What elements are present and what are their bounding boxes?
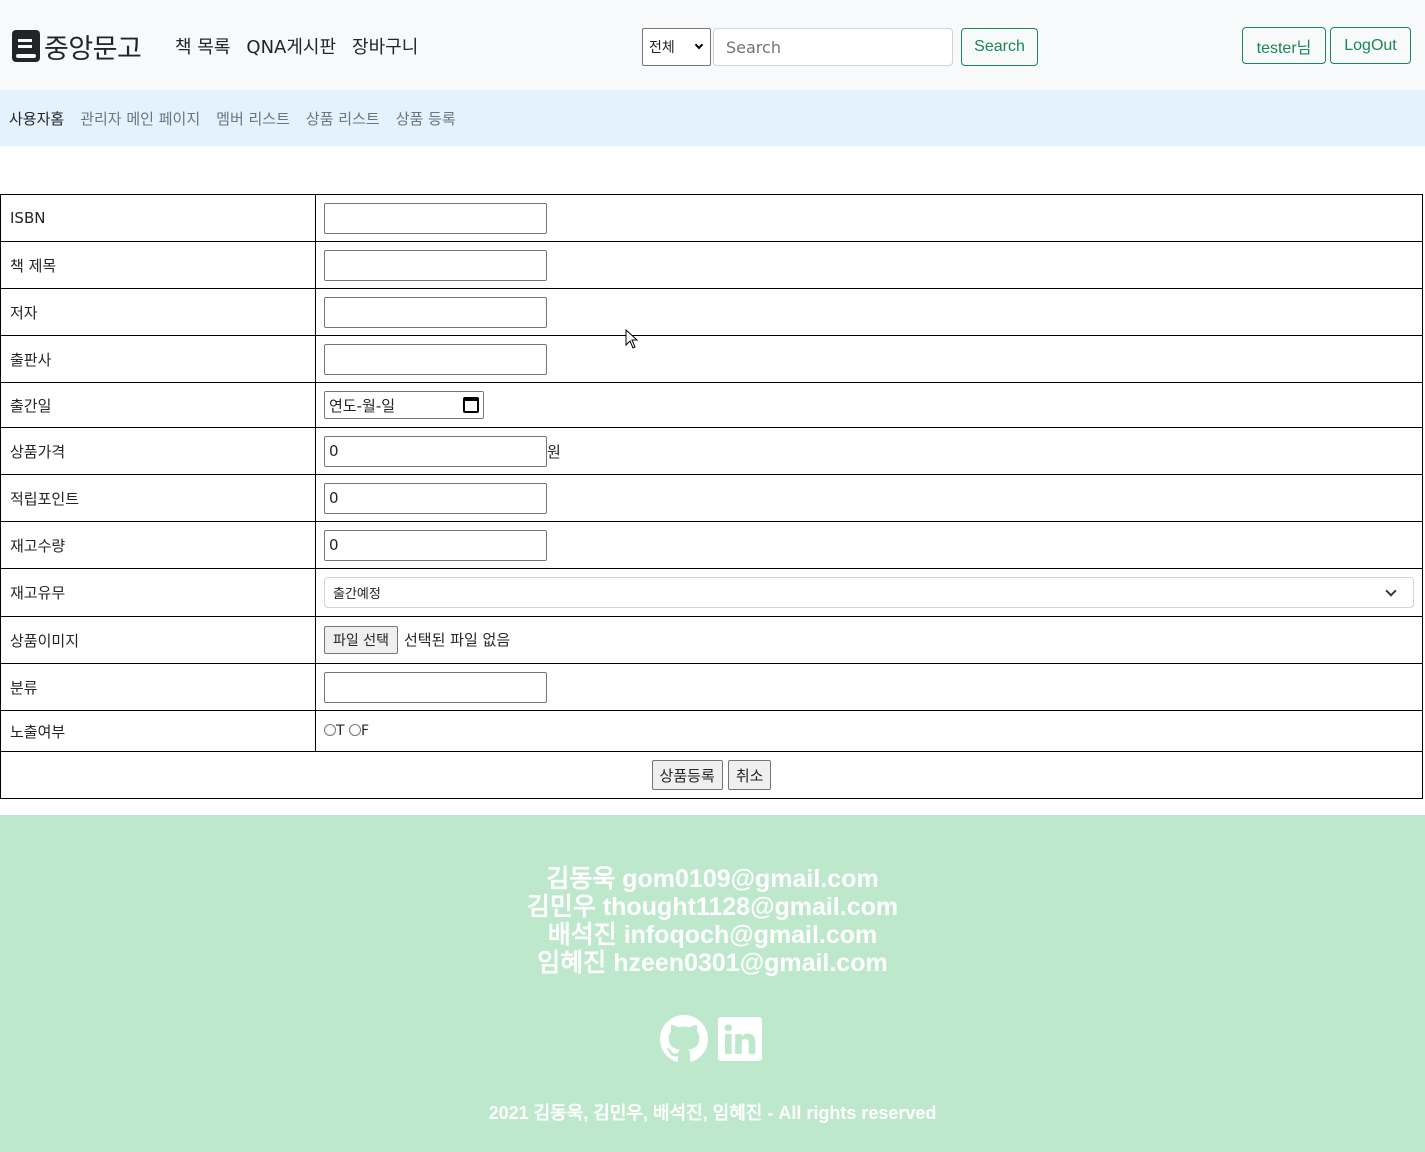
footer: 김동욱 gom0109@gmail.com 김민우 thought1128@gm… bbox=[0, 815, 1425, 1152]
stock-value: 출간예정 bbox=[333, 587, 381, 602]
copyright-text: 2021 김동욱, 김민우, 배석진, 임혜진 - All rights res… bbox=[488, 1103, 937, 1123]
logout-button[interactable]: LogOut bbox=[1330, 27, 1411, 64]
form-row-stock: 재고유무 출간예정 bbox=[0, 568, 1423, 617]
linkedin-icon[interactable] bbox=[718, 1017, 762, 1061]
github-icon[interactable] bbox=[660, 1015, 708, 1063]
nav-link-qna[interactable]: QNA게시판 bbox=[246, 33, 336, 59]
point-value: 0 bbox=[329, 489, 339, 507]
user-button[interactable]: tester님 bbox=[1242, 27, 1326, 64]
calendar-icon[interactable] bbox=[463, 397, 479, 413]
display-label: 노출여부 bbox=[0, 710, 316, 752]
stock-label: 재고유무 bbox=[0, 568, 316, 617]
title-label: 책 제목 bbox=[0, 241, 316, 289]
quantity-input[interactable]: 0 bbox=[324, 529, 547, 561]
brand-link[interactable]: 중앙문고 bbox=[12, 28, 142, 65]
contact-item: 김동욱 gom0109@gmail.com bbox=[546, 865, 879, 893]
point-label: 적립포인트 bbox=[0, 474, 316, 522]
price-value: 0 bbox=[329, 442, 339, 460]
submit-button[interactable]: 상품등록 bbox=[651, 760, 723, 790]
form-row-quantity: 재고수량 0 bbox=[0, 521, 1423, 569]
social-links bbox=[660, 1015, 762, 1063]
category-label: 분류 bbox=[0, 663, 316, 711]
pubdate-value: 연도-월-일 bbox=[329, 396, 396, 415]
price-label: 상품가격 bbox=[0, 427, 316, 475]
isbn-input[interactable] bbox=[324, 202, 547, 234]
product-form-table: ISBN 책 제목 저자 출판사 출간일 연도-월-일 상품가격 0 원 적립포… bbox=[0, 194, 1423, 799]
radio-t[interactable] bbox=[324, 724, 336, 736]
price-unit: 원 bbox=[547, 442, 561, 461]
subnav-product-register[interactable]: 상품 등록 bbox=[396, 108, 456, 129]
isbn-label: ISBN bbox=[0, 194, 316, 242]
title-input[interactable] bbox=[324, 249, 547, 281]
chevron-down-icon bbox=[694, 40, 704, 50]
radio-t-label: T bbox=[336, 723, 345, 739]
author-label: 저자 bbox=[0, 288, 316, 336]
subnav-user-home[interactable]: 사용자홈 bbox=[9, 108, 64, 129]
publisher-label: 출판사 bbox=[0, 335, 316, 383]
subnav-member-list[interactable]: 멤버 리스트 bbox=[216, 108, 290, 129]
cancel-button[interactable]: 취소 bbox=[727, 760, 772, 790]
pubdate-input[interactable]: 연도-월-일 bbox=[324, 391, 484, 419]
contact-list: 김동욱 gom0109@gmail.com 김민우 thought1128@gm… bbox=[0, 865, 1425, 977]
search-category-select[interactable]: 전체 bbox=[642, 28, 711, 66]
form-row-title: 책 제목 bbox=[0, 241, 1423, 289]
publisher-input[interactable] bbox=[324, 343, 547, 375]
chevron-down-icon bbox=[1385, 584, 1397, 597]
search-form: 전체 Search Search bbox=[642, 28, 1038, 66]
contact-item: 임혜진 hzeen0301@gmail.com bbox=[537, 949, 888, 977]
mouse-cursor-icon bbox=[625, 329, 639, 349]
file-status: 선택된 파일 없음 bbox=[403, 631, 511, 649]
form-row-publisher: 출판사 bbox=[0, 335, 1423, 383]
quantity-value: 0 bbox=[329, 536, 339, 554]
brand-name: 중앙문고 bbox=[44, 33, 142, 65]
form-row-display: 노출여부 T F bbox=[0, 710, 1423, 752]
search-category-value: 전체 bbox=[649, 40, 675, 56]
nav-links: 책 목록 QNA게시판 장바구니 bbox=[175, 33, 434, 59]
radio-f-label: F bbox=[361, 723, 370, 739]
contact-item: 배석진 infoqoch@gmail.com bbox=[547, 921, 878, 949]
search-button[interactable]: Search bbox=[961, 28, 1038, 66]
file-select-button[interactable]: 파일 선택 bbox=[324, 626, 398, 654]
author-input[interactable] bbox=[324, 296, 547, 328]
contact-item: 김민우 thought1128@gmail.com bbox=[526, 893, 899, 921]
admin-subnav: 사용자홈 관리자 메인 페이지 멤버 리스트 상품 리스트 상품 등록 bbox=[0, 90, 1425, 146]
form-row-price: 상품가격 0 원 bbox=[0, 427, 1423, 475]
subnav-product-list[interactable]: 상품 리스트 bbox=[306, 108, 380, 129]
form-row-isbn: ISBN bbox=[0, 194, 1423, 242]
category-input[interactable] bbox=[324, 671, 547, 703]
nav-link-cart[interactable]: 장바구니 bbox=[352, 33, 418, 59]
form-row-actions: 상품등록 취소 bbox=[0, 751, 1423, 799]
nav-link-book-list[interactable]: 책 목록 bbox=[175, 33, 230, 59]
top-navbar: 중앙문고 책 목록 QNA게시판 장바구니 전체 Search Search t… bbox=[0, 0, 1425, 90]
radio-f[interactable] bbox=[349, 724, 362, 736]
image-label: 상품이미지 bbox=[0, 616, 316, 664]
form-row-category: 분류 bbox=[0, 663, 1423, 711]
form-row-image: 상품이미지 파일 선택 선택된 파일 없음 bbox=[0, 616, 1423, 664]
quantity-label: 재고수량 bbox=[0, 521, 316, 569]
form-row-pubdate: 출간일 연도-월-일 bbox=[0, 382, 1423, 428]
form-row-point: 적립포인트 0 bbox=[0, 474, 1423, 522]
price-input[interactable]: 0 bbox=[324, 435, 547, 467]
search-placeholder: Search bbox=[726, 37, 781, 57]
stock-select[interactable]: 출간예정 bbox=[324, 577, 1414, 608]
book-icon bbox=[12, 30, 40, 62]
subnav-admin-main[interactable]: 관리자 메인 페이지 bbox=[80, 108, 200, 129]
form-row-author: 저자 bbox=[0, 288, 1423, 336]
search-input[interactable]: Search bbox=[713, 28, 953, 66]
point-input[interactable]: 0 bbox=[324, 482, 547, 514]
pubdate-label: 출간일 bbox=[0, 382, 316, 428]
